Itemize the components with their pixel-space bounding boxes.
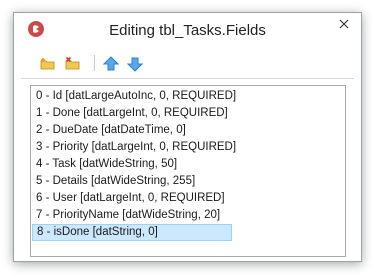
toolbar bbox=[21, 50, 354, 79]
close-icon bbox=[339, 19, 349, 29]
field-list[interactable]: 0 - Id [datLargeAutoInc, 0, REQUIRED] 1 … bbox=[30, 85, 346, 257]
arrow-up-icon bbox=[103, 56, 119, 71]
field-item[interactable]: 2 - DueDate [datDateTime, 0] bbox=[32, 122, 344, 139]
field-editor-window: Editing tbl_Tasks.Fields 0 - Id [datLarg… bbox=[13, 12, 362, 262]
window-title: Editing tbl_Tasks.Fields bbox=[109, 22, 266, 39]
delete-field-button[interactable] bbox=[62, 53, 84, 75]
field-item[interactable]: 1 - Done [datLargeInt, 0, REQUIRED] bbox=[32, 105, 344, 122]
add-field-button[interactable] bbox=[37, 53, 59, 75]
move-down-button[interactable] bbox=[124, 53, 146, 75]
field-item[interactable]: 3 - Priority [datLargeInt, 0, REQUIRED] bbox=[32, 139, 344, 156]
field-item[interactable]: 7 - PriorityName [datWideString, 20] bbox=[32, 207, 344, 224]
field-item[interactable]: 6 - User [datLargeInt, 0, REQUIRED] bbox=[32, 190, 344, 207]
arrow-down-icon bbox=[127, 57, 143, 72]
field-item-selected[interactable]: 8 - isDone [datString, 0] bbox=[32, 224, 232, 241]
folder-delete-icon bbox=[65, 56, 80, 70]
close-button[interactable] bbox=[327, 13, 361, 35]
toolbar-separator bbox=[94, 55, 95, 71]
field-item[interactable]: 5 - Details [datWideString, 255] bbox=[32, 173, 344, 190]
title-bar: Editing tbl_Tasks.Fields bbox=[14, 13, 361, 47]
move-up-button[interactable] bbox=[100, 53, 122, 75]
field-item[interactable]: 4 - Task [datWideString, 50] bbox=[32, 156, 344, 173]
folder-add-icon bbox=[40, 58, 55, 70]
field-item[interactable]: 0 - Id [datLargeAutoInc, 0, REQUIRED] bbox=[32, 88, 344, 105]
